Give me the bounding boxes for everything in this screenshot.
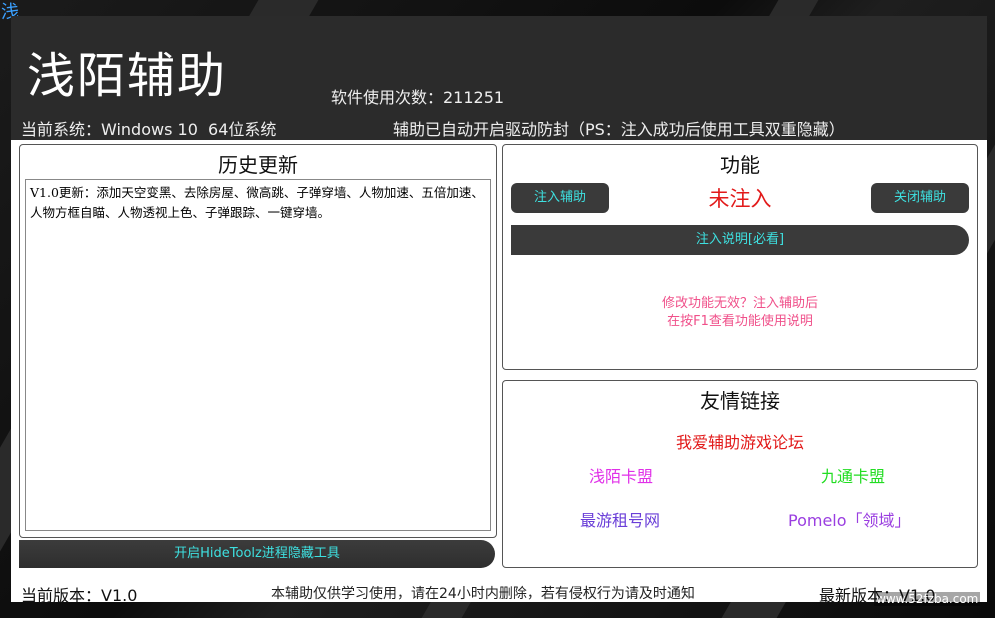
footer: 当前版本：V1.0 本辅助仅供学习使用，请在24小时内删除，若有侵权行为请及时通… [11,580,987,605]
app-window: 浅陌辅助 软件使用次数：211251 当前系统：Windows 10 64位系统… [11,16,987,605]
inject-guide-button[interactable]: 注入说明[必看] [511,225,969,255]
link-forum[interactable]: 我爱辅助游戏论坛 [503,429,977,453]
history-textbox[interactable]: V1.0更新：添加天空变黑、去除房屋、微高跳、子弹穿墙、人物加速、五倍加速、人物… [25,179,491,531]
link-jiutong[interactable]: 九通卡盟 [821,463,885,487]
function-title: 功能 [720,153,760,177]
app-title: 浅陌辅助 [27,48,228,104]
link-pomelo[interactable]: Pomelo「领域」 [788,507,911,531]
link-zuiyou[interactable]: 最游租号网 [580,507,660,531]
usage-count: 软件使用次数：211251 [331,88,505,107]
tip-line-2: 在按F1查看功能使用说明 [667,314,813,329]
disclaimer: 本辅助仅供学习使用，请在24小时内删除，若有侵权行为请及时通知 [271,586,695,602]
protection-notice: 辅助已自动开启驱动防封（PS：注入成功后使用工具双重隐藏） [393,120,845,139]
function-tip: 修改功能无效？注入辅助后 在按F1查看功能使用说明 [503,295,977,331]
hidetoolz-button[interactable]: 开启HideToolz进程隐藏工具 [19,540,495,568]
history-panel: 历史更新 V1.0更新：添加天空变黑、去除房屋、微高跳、子弹穿墙、人物加速、五倍… [19,144,497,538]
system-info: 当前系统：Windows 10 64位系统 [21,120,277,139]
watermark: www.52fzba.com [874,592,981,606]
link-qianmo[interactable]: 浅陌卡盟 [589,463,653,487]
history-title: 历史更新 [218,153,298,177]
links-title: 友情链接 [700,389,780,413]
tip-line-1: 修改功能无效？注入辅助后 [661,296,818,311]
header: 浅陌辅助 软件使用次数：211251 当前系统：Windows 10 64位系统… [11,16,987,140]
main-area: 历史更新 V1.0更新：添加天空变黑、去除房屋、微高跳、子弹穿墙、人物加速、五倍… [11,140,987,580]
function-panel: 功能 注入辅助 未注入 关闭辅助 注入说明[必看] 修改功能无效？注入辅助后 在… [502,144,978,370]
current-version: 当前版本：V1.0 [21,586,138,605]
close-button[interactable]: 关闭辅助 [871,183,969,213]
links-panel: 友情链接 我爱辅助游戏论坛 浅陌卡盟 九通卡盟 最游租号网 Pomelo「领域」 [502,380,978,568]
